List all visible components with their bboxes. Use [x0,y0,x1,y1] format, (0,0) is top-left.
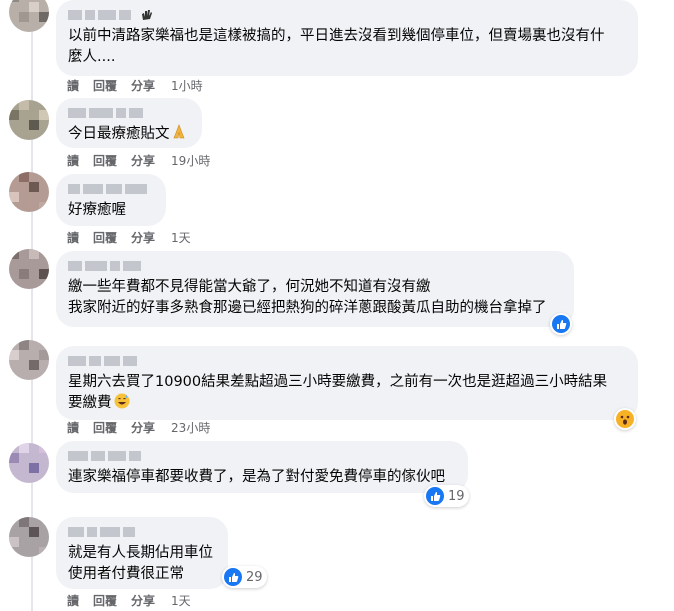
comment-text: 繳一些年費都不見得能當大爺了，何況她不知道有沒有繳 我家附近的好事多熟食那邊已經… [68,279,547,316]
read-button[interactable]: 讀 [67,230,79,246]
avatar[interactable] [9,517,49,557]
comment-text: 以前中清路家樂福也是這樣被搞的，平日進去沒看到幾個停車位，但賣場裏也沒有什 麼人… [68,28,605,65]
author-name[interactable] [68,8,626,22]
reply-button[interactable]: 回覆 [93,420,117,436]
comment-timestamp[interactable]: 1小時 [171,78,203,94]
comment-bubble: 星期六去買了10900結果差點超過三小時要繳費，之前有一次也是逛超過三小時結果 … [56,346,638,420]
author-name[interactable] [68,449,456,463]
comment-timestamp[interactable]: 23小時 [171,420,210,436]
share-button[interactable]: 分享 [131,420,155,436]
read-button[interactable]: 讀 [67,78,79,94]
reaction-summary[interactable] [550,313,572,335]
wow-icon [616,410,634,428]
reply-button[interactable]: 回覆 [93,230,117,246]
hand-wave-icon [142,10,152,20]
share-button[interactable]: 分享 [131,78,155,94]
read-button[interactable]: 讀 [67,420,79,436]
comment-timestamp[interactable]: 1天 [171,593,191,609]
like-icon [224,568,242,586]
comment-bubble: 以前中清路家樂福也是這樣被搞的，平日進去沒看到幾個停車位，但賣場裏也沒有什 麼人… [56,0,638,76]
avatar[interactable] [9,100,49,140]
comment-bubble: 就是有人長期佔用車位 使用者付費很正常 [56,517,228,589]
comment-bubble: 連家樂福停車都要收費了，是為了對付愛免費停車的傢伙吧 [56,441,468,493]
like-icon [552,315,570,333]
avatar[interactable] [9,0,49,32]
reply-button[interactable]: 回覆 [93,78,117,94]
comment-text: 星期六去買了10900結果差點超過三小時要繳費，之前有一次也是逛超過三小時結果 … [68,374,608,411]
author-name[interactable] [68,354,626,368]
reaction-summary[interactable] [614,408,636,430]
reply-button[interactable]: 回覆 [93,153,117,169]
comment-text: 就是有人長期佔用車位 使用者付費很正常 [68,545,213,582]
reaction-summary[interactable]: 19 [424,485,469,507]
reaction-count: 29 [246,569,263,585]
comment-text: 好療癒喔 [68,202,126,218]
grinning-sweat-emoji [114,393,129,409]
comment-bubble: 好療癒喔 [56,174,166,226]
avatar[interactable] [9,172,49,212]
comment-text: 連家樂福停車都要收費了，是為了對付愛免費停車的傢伙吧 [68,469,445,485]
author-name[interactable] [68,525,216,539]
comment-bubble: 今日最療癒貼文 [56,98,202,148]
share-button[interactable]: 分享 [131,153,155,169]
comment-text: 今日最療癒貼文 [68,124,190,145]
reply-button[interactable]: 回覆 [93,593,117,609]
folded-hands-emoji [173,124,184,139]
read-button[interactable]: 讀 [67,593,79,609]
share-button[interactable]: 分享 [131,593,155,609]
author-name[interactable] [68,106,190,120]
avatar[interactable] [9,340,49,380]
like-icon [426,487,444,505]
comment-timestamp[interactable]: 19小時 [171,153,210,169]
avatar[interactable] [9,443,49,483]
reaction-summary[interactable]: 29 [222,566,267,588]
comment-actions: 讀 回覆 分享 1天 [67,230,191,246]
comment-timestamp[interactable]: 1天 [171,230,191,246]
comment-actions: 讀 回覆 分享 1小時 [67,78,203,94]
share-button[interactable]: 分享 [131,230,155,246]
comment-actions: 讀 回覆 分享 1天 [67,593,191,609]
comment-actions: 讀 回覆 分享 19小時 [67,153,210,169]
reaction-count: 19 [448,488,465,504]
author-name[interactable] [68,259,562,273]
comment-actions: 讀 回覆 分享 23小時 [67,420,210,436]
author-name[interactable] [68,182,154,196]
avatar[interactable] [9,249,49,289]
comment-bubble: 繳一些年費都不見得能當大爺了，何況她不知道有沒有繳 我家附近的好事多熟食那邊已經… [56,251,574,327]
read-button[interactable]: 讀 [67,153,79,169]
